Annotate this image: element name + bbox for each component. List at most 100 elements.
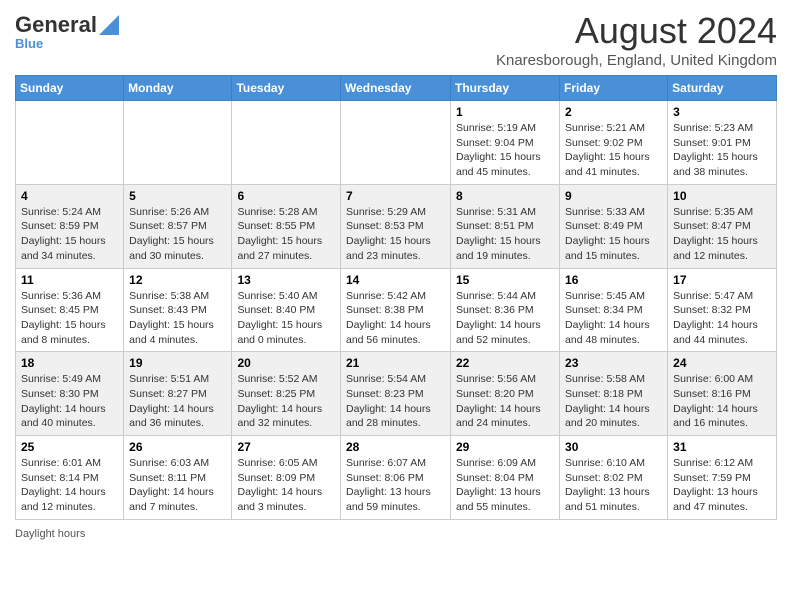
day-info: Sunrise: 5:24 AM Sunset: 8:59 PM Dayligh… [21,205,118,264]
header-cell-saturday: Saturday [668,76,777,101]
day-number: 29 [456,440,554,454]
day-cell: 4Sunrise: 5:24 AM Sunset: 8:59 PM Daylig… [16,184,124,268]
day-info: Sunrise: 5:58 AM Sunset: 8:18 PM Dayligh… [565,372,662,431]
day-info: Sunrise: 5:47 AM Sunset: 8:32 PM Dayligh… [673,289,771,348]
day-cell: 10Sunrise: 5:35 AM Sunset: 8:47 PM Dayli… [668,184,777,268]
day-cell: 29 Sunrise: 6:09 AM Sunset: 8:04 PM Dayli… [451,436,560,520]
calendar-title: August 2024 [496,10,777,52]
week-row-3: 11 Sunrise: 5:36 AM Sunset: 8:45 PM Dayli… [16,268,777,352]
header-cell-thursday: Thursday [451,76,560,101]
day-number: 23 [565,356,662,370]
day-number: 26 [129,440,226,454]
day-info: Sunrise: 5:51 AM Sunset: 8:27 PM Dayligh… [129,372,226,431]
calendar-subtitle: Knaresborough, England, United Kingdom [496,52,777,69]
day-number: 19 [129,356,226,370]
day-cell: 25 Sunrise: 6:01 AM Sunset: 8:14 PM Dayli… [16,436,124,520]
day-cell: 17 Sunrise: 5:47 AM Sunset: 8:32 PM Dayli… [668,268,777,352]
day-info: Sunrise: 6:01 AM Sunset: 8:14 PM Dayligh… [21,456,118,515]
day-info: Sunrise: 5:49 AM Sunset: 8:30 PM Dayligh… [21,372,118,431]
day-number: 18 [21,356,118,370]
day-cell: 12Sunrise: 5:38 AM Sunset: 8:43 PM Dayli… [124,268,232,352]
day-info: Sunrise: 5:36 AM Sunset: 8:45 PM Dayligh… [21,289,118,348]
day-info: Sunrise: 5:56 AM Sunset: 8:20 PM Dayligh… [456,372,554,431]
header-cell-friday: Friday [560,76,668,101]
day-number: 2 [565,105,662,119]
day-cell: 30 Sunrise: 6:10 AM Sunset: 8:02 PM Dayli… [560,436,668,520]
day-cell: 28 Sunrise: 6:07 AM Sunset: 8:06 PM Dayli… [341,436,451,520]
day-cell: 20 Sunrise: 5:52 AM Sunset: 8:25 PM Dayli… [232,352,341,436]
day-cell: 6Sunrise: 5:28 AM Sunset: 8:55 PM Daylig… [232,184,341,268]
day-number: 21 [346,356,445,370]
header-cell-sunday: Sunday [16,76,124,101]
title-block: August 2024 Knaresborough, England, Unit… [496,10,777,69]
day-info: Sunrise: 5:31 AM Sunset: 8:51 PM Dayligh… [456,205,554,264]
day-cell: 8 Sunrise: 5:31 AM Sunset: 8:51 PM Daylig… [451,184,560,268]
day-info: Sunrise: 5:33 AM Sunset: 8:49 PM Dayligh… [565,205,662,264]
day-cell: 7 Sunrise: 5:29 AM Sunset: 8:53 PM Daylig… [341,184,451,268]
day-info: Sunrise: 5:54 AM Sunset: 8:23 PM Dayligh… [346,372,445,431]
day-number: 31 [673,440,771,454]
day-cell: 5Sunrise: 5:26 AM Sunset: 8:57 PM Daylig… [124,184,232,268]
day-info: Sunrise: 6:09 AM Sunset: 8:04 PM Dayligh… [456,456,554,515]
day-number: 24 [673,356,771,370]
day-cell: 18 Sunrise: 5:49 AM Sunset: 8:30 PM Dayli… [16,352,124,436]
day-number: 7 [346,189,445,203]
day-info: Sunrise: 6:07 AM Sunset: 8:06 PM Dayligh… [346,456,445,515]
day-info: Sunrise: 6:00 AM Sunset: 8:16 PM Dayligh… [673,372,771,431]
header-row: SundayMondayTuesdayWednesdayThursdayFrid… [16,76,777,101]
day-cell: 9 Sunrise: 5:33 AM Sunset: 8:49 PM Daylig… [560,184,668,268]
day-number: 8 [456,189,554,203]
day-cell [16,101,124,185]
header-cell-tuesday: Tuesday [232,76,341,101]
daylight-hours-label: Daylight hours [15,528,85,540]
week-row-5: 25 Sunrise: 6:01 AM Sunset: 8:14 PM Dayli… [16,436,777,520]
day-number: 11 [21,273,118,287]
day-info: Sunrise: 5:52 AM Sunset: 8:25 PM Dayligh… [237,372,335,431]
day-cell: 2 Sunrise: 5:21 AM Sunset: 9:02 PM Daylig… [560,101,668,185]
day-number: 28 [346,440,445,454]
logo: General Blue [15,14,119,51]
day-number: 30 [565,440,662,454]
day-info: Sunrise: 5:28 AM Sunset: 8:55 PM Dayligh… [237,205,335,264]
calendar-footer: Daylight hours [15,528,777,540]
day-info: Sunrise: 5:44 AM Sunset: 8:36 PM Dayligh… [456,289,554,348]
page-header: General Blue August 2024 Knaresborough, … [15,10,777,69]
day-cell: 31 Sunrise: 6:12 AM Sunset: 7:59 PM Dayli… [668,436,777,520]
day-info: Sunrise: 6:10 AM Sunset: 8:02 PM Dayligh… [565,456,662,515]
logo-general: General [15,14,97,36]
day-cell: 16Sunrise: 5:45 AM Sunset: 8:34 PM Dayli… [560,268,668,352]
logo-blue: Blue [15,36,43,51]
day-cell: 24 Sunrise: 6:00 AM Sunset: 8:16 PM Dayli… [668,352,777,436]
calendar-table: SundayMondayTuesdayWednesdayThursdayFrid… [15,75,777,520]
day-cell: 15 Sunrise: 5:44 AM Sunset: 8:36 PM Dayli… [451,268,560,352]
day-cell: 3Sunrise: 5:23 AM Sunset: 9:01 PM Daylig… [668,101,777,185]
calendar-body: 1Sunrise: 5:19 AM Sunset: 9:04 PM Daylig… [16,101,777,520]
day-number: 9 [565,189,662,203]
day-number: 1 [456,105,554,119]
day-cell: 1Sunrise: 5:19 AM Sunset: 9:04 PM Daylig… [451,101,560,185]
day-cell [232,101,341,185]
day-number: 15 [456,273,554,287]
day-number: 3 [673,105,771,119]
day-cell: 14 Sunrise: 5:42 AM Sunset: 8:38 PM Dayli… [341,268,451,352]
day-info: Sunrise: 5:35 AM Sunset: 8:47 PM Dayligh… [673,205,771,264]
day-cell: 23 Sunrise: 5:58 AM Sunset: 8:18 PM Dayli… [560,352,668,436]
day-info: Sunrise: 6:12 AM Sunset: 7:59 PM Dayligh… [673,456,771,515]
day-cell: 11 Sunrise: 5:36 AM Sunset: 8:45 PM Dayli… [16,268,124,352]
day-number: 17 [673,273,771,287]
day-number: 14 [346,273,445,287]
day-cell [341,101,451,185]
day-cell: 22Sunrise: 5:56 AM Sunset: 8:20 PM Dayli… [451,352,560,436]
day-info: Sunrise: 5:40 AM Sunset: 8:40 PM Dayligh… [237,289,335,348]
day-cell [124,101,232,185]
day-info: Sunrise: 5:21 AM Sunset: 9:02 PM Dayligh… [565,121,662,180]
week-row-4: 18 Sunrise: 5:49 AM Sunset: 8:30 PM Dayli… [16,352,777,436]
day-info: Sunrise: 5:26 AM Sunset: 8:57 PM Dayligh… [129,205,226,264]
week-row-1: 1Sunrise: 5:19 AM Sunset: 9:04 PM Daylig… [16,101,777,185]
day-cell: 26Sunrise: 6:03 AM Sunset: 8:11 PM Dayli… [124,436,232,520]
day-info: Sunrise: 5:29 AM Sunset: 8:53 PM Dayligh… [346,205,445,264]
day-number: 20 [237,356,335,370]
day-cell: 21 Sunrise: 5:54 AM Sunset: 8:23 PM Dayli… [341,352,451,436]
day-number: 25 [21,440,118,454]
day-info: Sunrise: 5:42 AM Sunset: 8:38 PM Dayligh… [346,289,445,348]
